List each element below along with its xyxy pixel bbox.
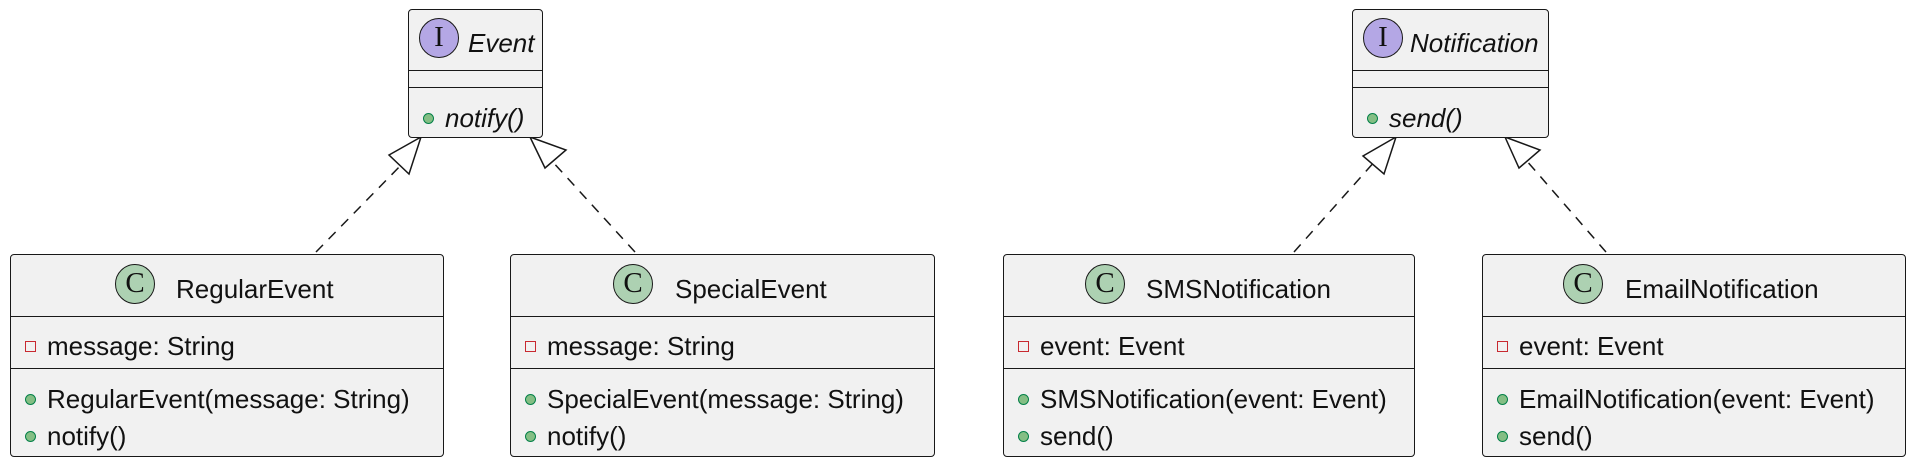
divider [511, 368, 934, 369]
class-badge-icon: C [115, 264, 155, 304]
method-row: send() [1018, 421, 1114, 452]
field-signature: message: String [547, 331, 735, 361]
method-row: send() [1367, 103, 1463, 134]
interface-badge-icon: I [1363, 18, 1403, 58]
class-specialevent[interactable]: C SpecialEvent message: String SpecialEv… [510, 254, 935, 457]
edge-regularevent-event [315, 159, 407, 253]
private-field-icon [1497, 340, 1508, 352]
method-row: notify() [25, 421, 126, 452]
public-method-icon [25, 393, 36, 405]
divider [11, 316, 443, 317]
method-signature: SMSNotification(event: Event) [1040, 384, 1387, 414]
interface-name: Event [468, 28, 535, 58]
public-method-icon [1018, 430, 1029, 442]
class-emailnotification[interactable]: C EmailNotification event: Event EmailNo… [1482, 254, 1906, 457]
method-row: notify() [525, 421, 626, 452]
divider [511, 316, 934, 317]
edge-specialevent-event [550, 159, 636, 253]
edge-smsnotification-notification [1293, 159, 1377, 253]
field-signature: event: Event [1040, 331, 1185, 361]
divider [11, 368, 443, 369]
class-badge-icon: C [1563, 264, 1603, 304]
method-signature: notify() [445, 103, 525, 133]
interface-name: Notification [1410, 28, 1539, 58]
edge-emailnotification-notification [1525, 159, 1607, 253]
field-row: message: String [25, 331, 235, 362]
private-field-icon [1018, 340, 1029, 352]
method-signature: RegularEvent(message: String) [47, 384, 410, 414]
class-regularevent[interactable]: C RegularEvent message: String RegularEv… [10, 254, 444, 457]
class-name: RegularEvent [176, 274, 334, 304]
public-method-icon [25, 430, 36, 442]
field-signature: message: String [47, 331, 235, 361]
edge-emailnotification-notification-arrowhead [1503, 135, 1542, 170]
private-field-icon [25, 340, 36, 352]
class-badge-icon: C [613, 264, 653, 304]
class-name: SMSNotification [1146, 274, 1331, 304]
divider [409, 70, 542, 71]
method-signature: SpecialEvent(message: String) [547, 384, 904, 414]
interface-event[interactable]: I Event notify() [408, 9, 543, 138]
divider [1483, 368, 1905, 369]
class-name: EmailNotification [1625, 274, 1819, 304]
field-signature: event: Event [1519, 331, 1664, 361]
edge-regularevent-event-arrowhead [387, 135, 423, 176]
method-row: SMSNotification(event: Event) [1018, 384, 1387, 415]
interface-badge-icon: I [419, 18, 459, 58]
edge-specialevent-event-arrowhead [528, 135, 568, 170]
method-signature: notify() [547, 421, 627, 451]
divider [1004, 368, 1414, 369]
divider [1483, 316, 1905, 317]
divider [409, 87, 542, 88]
method-signature: notify() [47, 421, 127, 451]
field-row: message: String [525, 331, 735, 362]
field-row: event: Event [1497, 331, 1664, 362]
method-signature: EmailNotification(event: Event) [1519, 384, 1875, 414]
public-method-icon [1367, 112, 1378, 124]
method-signature: send() [1519, 421, 1593, 451]
class-smsnotification[interactable]: C SMSNotification event: Event SMSNotifi… [1003, 254, 1415, 457]
private-field-icon [525, 340, 536, 352]
divider [1353, 87, 1548, 88]
divider [1353, 70, 1548, 71]
class-badge-icon: C [1085, 264, 1125, 304]
field-row: event: Event [1018, 331, 1185, 362]
interface-notification[interactable]: I Notification send() [1352, 9, 1549, 138]
method-row: SpecialEvent(message: String) [525, 384, 904, 415]
method-signature: send() [1040, 421, 1114, 451]
method-row: send() [1497, 421, 1593, 452]
method-row: RegularEvent(message: String) [25, 384, 410, 415]
divider [1004, 316, 1414, 317]
method-row: notify() [423, 103, 524, 134]
public-method-icon [1018, 393, 1029, 405]
public-method-icon [423, 112, 434, 124]
public-method-icon [525, 393, 536, 405]
public-method-icon [525, 430, 536, 442]
class-name: SpecialEvent [675, 274, 827, 304]
public-method-icon [1497, 393, 1508, 405]
method-signature: send() [1389, 103, 1463, 133]
public-method-icon [1497, 430, 1508, 442]
method-row: EmailNotification(event: Event) [1497, 384, 1874, 415]
